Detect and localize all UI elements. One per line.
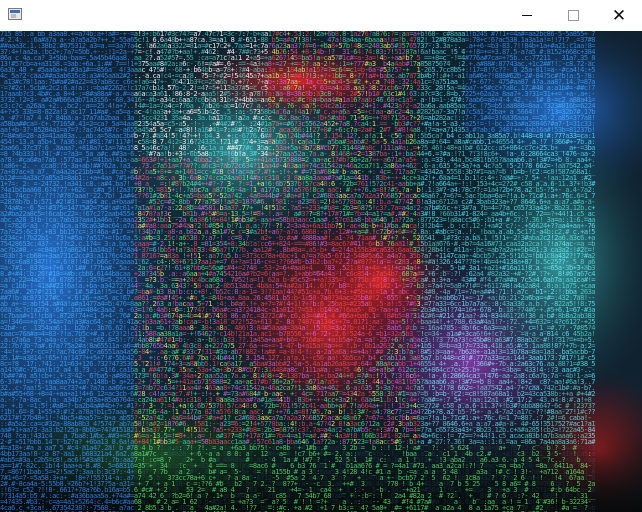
maximize-icon	[567, 10, 579, 21]
title-bar[interactable]: ✕	[0, 0, 642, 31]
window-controls: ✕	[504, 0, 642, 31]
ascii-glyph-layer: 715_85:.a_bb_a3aa8.+=a74b:a+!a#=-+-=a!3+…	[0, 31, 642, 512]
minimize-icon	[522, 15, 532, 16]
app-window: ✕ 715_85:.a_bb_a3aa8.+=a74b:a+!a#=-+-=a!…	[0, 0, 642, 512]
minimize-button[interactable]	[504, 0, 550, 31]
window-app-icon[interactable]	[8, 8, 22, 20]
ascii-art-canvas: 715_85:.a_bb_a3aa8.+=a74b:a+!a#=-+-=a!3+…	[0, 31, 642, 512]
close-button[interactable]: ✕	[596, 0, 642, 31]
maximize-button[interactable]	[550, 0, 596, 31]
close-icon: ✕	[611, 5, 627, 26]
